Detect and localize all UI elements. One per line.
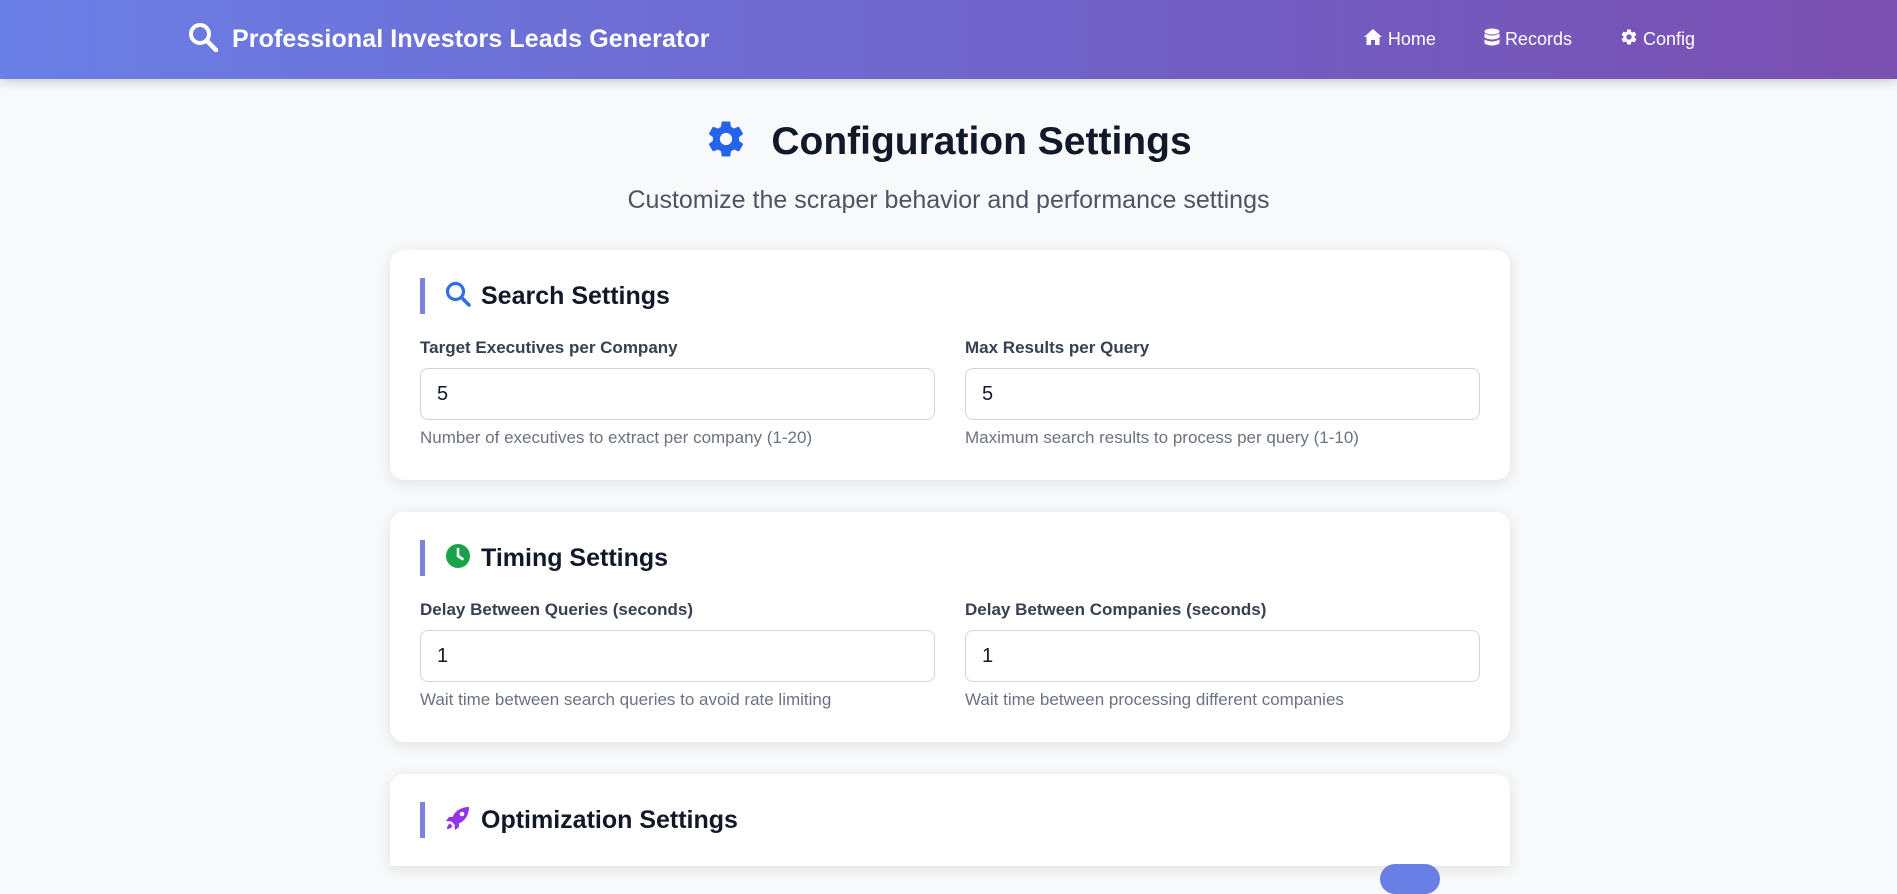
field-label: Target Executives per Company bbox=[420, 338, 678, 357]
home-icon bbox=[1363, 28, 1383, 51]
search-settings-card: Search Settings Target Executives per Co… bbox=[390, 250, 1510, 480]
nav-config[interactable]: Config bbox=[1620, 28, 1695, 51]
nav-home[interactable]: Home bbox=[1363, 28, 1436, 51]
brand[interactable]: Professional Investors Leads Generator bbox=[188, 0, 710, 79]
rocket-icon bbox=[445, 805, 471, 836]
nav-records[interactable]: Records bbox=[1484, 28, 1572, 52]
card-header: Search Settings bbox=[420, 278, 670, 314]
page-subtitle: Customize the scraper behavior and perfo… bbox=[627, 186, 1270, 214]
delay-queries-input[interactable] bbox=[420, 630, 935, 682]
field-label: Delay Between Queries (seconds) bbox=[420, 600, 694, 619]
search-icon bbox=[445, 281, 471, 312]
optimization-settings-card: Optimization Settings bbox=[390, 774, 1510, 894]
target-executives-input[interactable] bbox=[420, 368, 935, 420]
main-nav: Home Records Config bbox=[1363, 0, 1695, 79]
max-results-input[interactable] bbox=[965, 368, 1480, 420]
optimization-toggle[interactable] bbox=[1380, 864, 1440, 894]
delay-companies-input[interactable] bbox=[965, 630, 1480, 682]
top-navbar: Professional Investors Leads Generator H… bbox=[0, 0, 1897, 79]
field-help: Wait time between processing different c… bbox=[965, 690, 1344, 709]
page-title: Configuration Settings bbox=[771, 119, 1192, 163]
target-executives-field: Target Executives per Company Number of … bbox=[420, 338, 935, 448]
card-title: Optimization Settings bbox=[481, 805, 738, 834]
card-header: Optimization Settings bbox=[420, 802, 738, 838]
gear-icon bbox=[705, 118, 747, 165]
delay-queries-field: Delay Between Queries (seconds) Wait tim… bbox=[420, 600, 935, 710]
card-title: Search Settings bbox=[481, 281, 670, 310]
page-header: Configuration Settings bbox=[0, 118, 1897, 165]
nav-records-label: Records bbox=[1504, 29, 1572, 49]
field-label: Delay Between Companies (seconds) bbox=[965, 600, 1267, 619]
nav-config-label: Config bbox=[1642, 29, 1695, 49]
field-help: Number of executives to extract per comp… bbox=[420, 428, 813, 447]
nav-home-label: Home bbox=[1387, 29, 1436, 49]
search-icon bbox=[188, 22, 219, 57]
gear-icon bbox=[1620, 28, 1638, 51]
field-help: Maximum search results to process per qu… bbox=[965, 428, 1359, 447]
database-icon bbox=[1484, 28, 1500, 52]
max-results-field: Max Results per Query Maximum search res… bbox=[965, 338, 1480, 448]
timing-settings-card: Timing Settings Delay Between Queries (s… bbox=[390, 512, 1510, 742]
clock-icon bbox=[445, 543, 471, 574]
app-title: Professional Investors Leads Generator bbox=[232, 25, 710, 53]
card-title: Timing Settings bbox=[481, 543, 669, 572]
field-help: Wait time between search queries to avoi… bbox=[420, 690, 832, 709]
delay-companies-field: Delay Between Companies (seconds) Wait t… bbox=[965, 600, 1480, 710]
card-header: Timing Settings bbox=[420, 540, 668, 576]
field-label: Max Results per Query bbox=[965, 338, 1150, 357]
